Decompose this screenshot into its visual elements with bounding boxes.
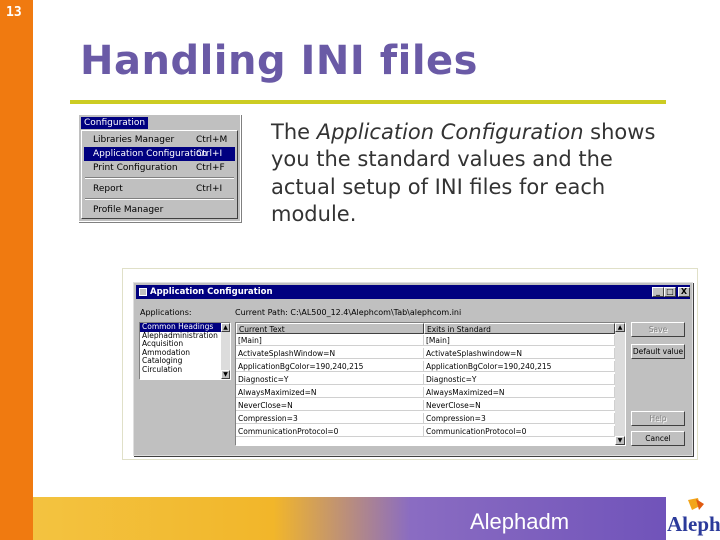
default-value-button[interactable]: Default value	[631, 344, 685, 359]
menu-item-print-configuration[interactable]: Print Configuration Ctrl+F	[84, 161, 235, 175]
menu-item-libraries-manager[interactable]: Libraries Manager Ctrl+M	[84, 133, 235, 147]
list-scrollbar[interactable]: ▲ ▼	[221, 323, 230, 379]
table-cell[interactable]: NeverClose=N	[424, 400, 615, 411]
minimize-button[interactable]: _	[652, 287, 664, 297]
column-header-standard[interactable]: Exits in Standard	[424, 323, 615, 334]
list-item[interactable]: Circulation	[140, 365, 230, 375]
close-button[interactable]: X	[678, 287, 690, 297]
menu-separator	[85, 177, 234, 179]
applications-list[interactable]: Common Headings Alephadministration Acqu…	[139, 322, 231, 380]
menu-separator	[85, 198, 234, 200]
column-header-current[interactable]: Current Text	[236, 323, 424, 334]
table-cell[interactable]: CommunicationProtocol=0	[424, 426, 615, 437]
table-cell[interactable]: [Main]	[424, 335, 615, 346]
maximize-button[interactable]: □	[664, 287, 676, 297]
title-underline	[70, 100, 666, 104]
table-cell[interactable]: Diagnostic=Y	[424, 374, 615, 385]
menu-item-profile-manager[interactable]: Profile Manager	[84, 203, 235, 217]
footer-label: Alephadm	[470, 509, 570, 534]
menu-dropdown: Libraries Manager Ctrl+M Application Conf…	[81, 130, 238, 219]
table-cell[interactable]: ApplicationBgColor=190,240,215	[236, 361, 424, 372]
cancel-button[interactable]: Cancel	[631, 431, 685, 446]
configuration-menu-screenshot: Configuration Libraries Manager Ctrl+M Ap…	[78, 114, 241, 222]
application-configuration-dialog: Application Configuration _ □ X Applicat…	[133, 282, 693, 456]
scroll-down-icon[interactable]: ▼	[615, 436, 625, 445]
table-scrollbar[interactable]: ▲ ▼	[615, 323, 625, 445]
slide-number: 13	[6, 5, 22, 20]
dialog-titlebar: Application Configuration	[136, 285, 690, 299]
table-cell[interactable]: Diagnostic=Y	[236, 374, 424, 385]
dialog-title: Application Configuration	[150, 287, 273, 297]
left-accent-bar	[0, 0, 33, 540]
table-cell[interactable]: NeverClose=N	[236, 400, 424, 411]
table-cell[interactable]: AlwaysMaximized=N	[424, 387, 615, 398]
applications-label: Applications:	[140, 308, 192, 317]
footer-bar	[33, 497, 720, 540]
table-cell[interactable]: ActivateSplashwindow=N	[424, 348, 615, 359]
body-emphasis: Application Configuration	[316, 120, 584, 144]
table-cell[interactable]: Compression=3	[236, 413, 424, 424]
table-cell[interactable]: ApplicationBgColor=190,240,215	[424, 361, 615, 372]
aleph-logo-text: Aleph	[667, 512, 720, 536]
table-cell[interactable]: AlwaysMaximized=N	[236, 387, 424, 398]
scroll-up-icon[interactable]: ▲	[221, 323, 230, 332]
table-cell[interactable]: Compression=3	[424, 413, 615, 424]
menu-title[interactable]: Configuration	[81, 117, 149, 129]
app-icon	[139, 288, 147, 296]
table-cell[interactable]: [Main]	[236, 335, 424, 346]
slide-title: Handling INI files	[80, 38, 478, 84]
save-button[interactable]: Save	[631, 322, 685, 337]
menu-item-application-configuration[interactable]: Application Configuration Ctrl+I	[84, 147, 235, 161]
table-cell[interactable]: ActivateSplashWindow=N	[236, 348, 424, 359]
scroll-up-icon[interactable]: ▲	[615, 323, 625, 332]
menu-item-report[interactable]: Report Ctrl+I	[84, 182, 235, 196]
help-button[interactable]: Help	[631, 411, 685, 426]
table-cell[interactable]: CommunicationProtocol=0	[236, 426, 424, 437]
current-path-label: Current Path: C:\AL500_12.4\Alephcom\Tab…	[235, 308, 462, 317]
scroll-down-icon[interactable]: ▼	[221, 370, 230, 379]
body-paragraph: The Application Configuration shows you …	[271, 120, 656, 226]
ini-table: Current Text Exits in Standard [Main] [Ma…	[235, 322, 626, 446]
